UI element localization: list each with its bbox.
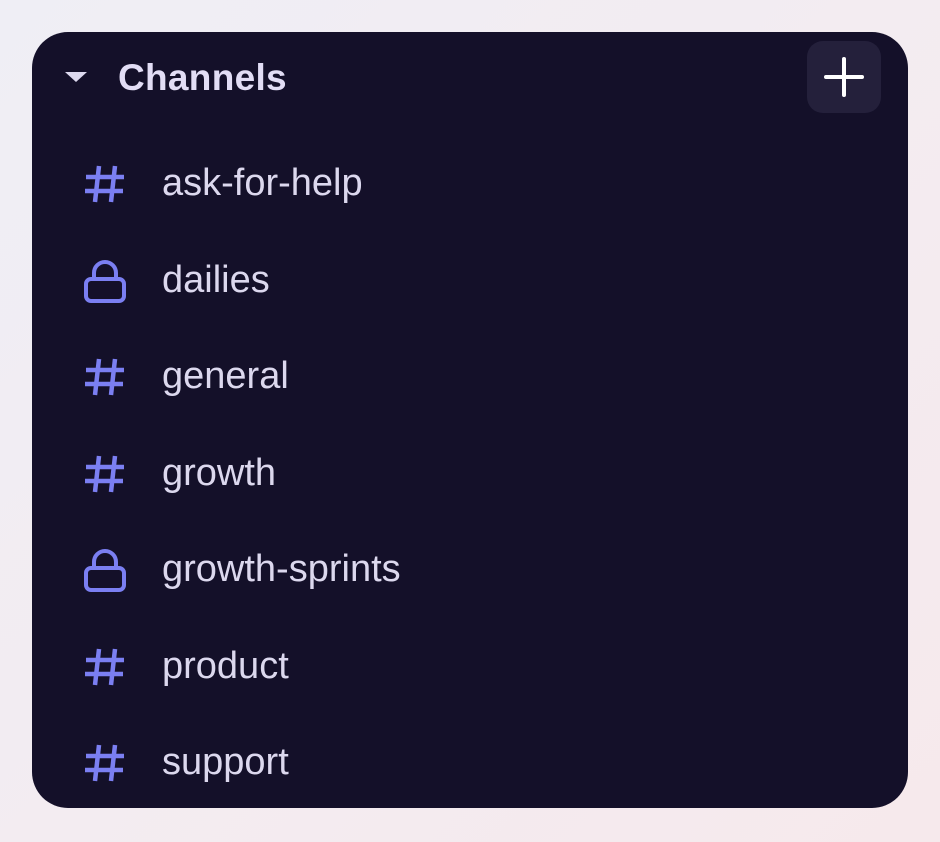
channel-item-product[interactable]: product	[32, 619, 908, 716]
channel-label: support	[162, 741, 289, 784]
hash-icon	[82, 451, 128, 497]
hash-icon	[82, 354, 128, 400]
hash-icon	[82, 644, 128, 690]
lock-icon	[82, 258, 128, 304]
channel-label: product	[162, 644, 289, 687]
channel-list: ask-for-help dailies general growth grow…	[32, 136, 908, 812]
channels-panel: Channels ask-for-help dailies general gr…	[32, 32, 908, 808]
hash-icon	[82, 740, 128, 786]
channel-label: ask-for-help	[162, 162, 363, 205]
channel-item-dailies[interactable]: dailies	[32, 233, 908, 330]
channel-item-general[interactable]: general	[32, 329, 908, 426]
caret-down-icon[interactable]	[65, 72, 87, 82]
lock-icon	[82, 547, 128, 593]
channel-label: general	[162, 355, 289, 398]
hash-icon	[82, 161, 128, 207]
section-title[interactable]: Channels	[118, 56, 287, 100]
channel-item-growth[interactable]: growth	[32, 426, 908, 523]
channel-item-growth-sprints[interactable]: growth-sprints	[32, 522, 908, 619]
channel-label: growth-sprints	[162, 548, 401, 591]
channels-header: Channels	[32, 32, 908, 124]
channel-label: dailies	[162, 258, 270, 301]
add-channel-button[interactable]	[807, 41, 881, 113]
channel-label: growth	[162, 451, 277, 494]
plus-icon	[824, 57, 864, 97]
channel-item-support[interactable]: support	[32, 715, 908, 812]
channel-item-ask-for-help[interactable]: ask-for-help	[32, 136, 908, 233]
